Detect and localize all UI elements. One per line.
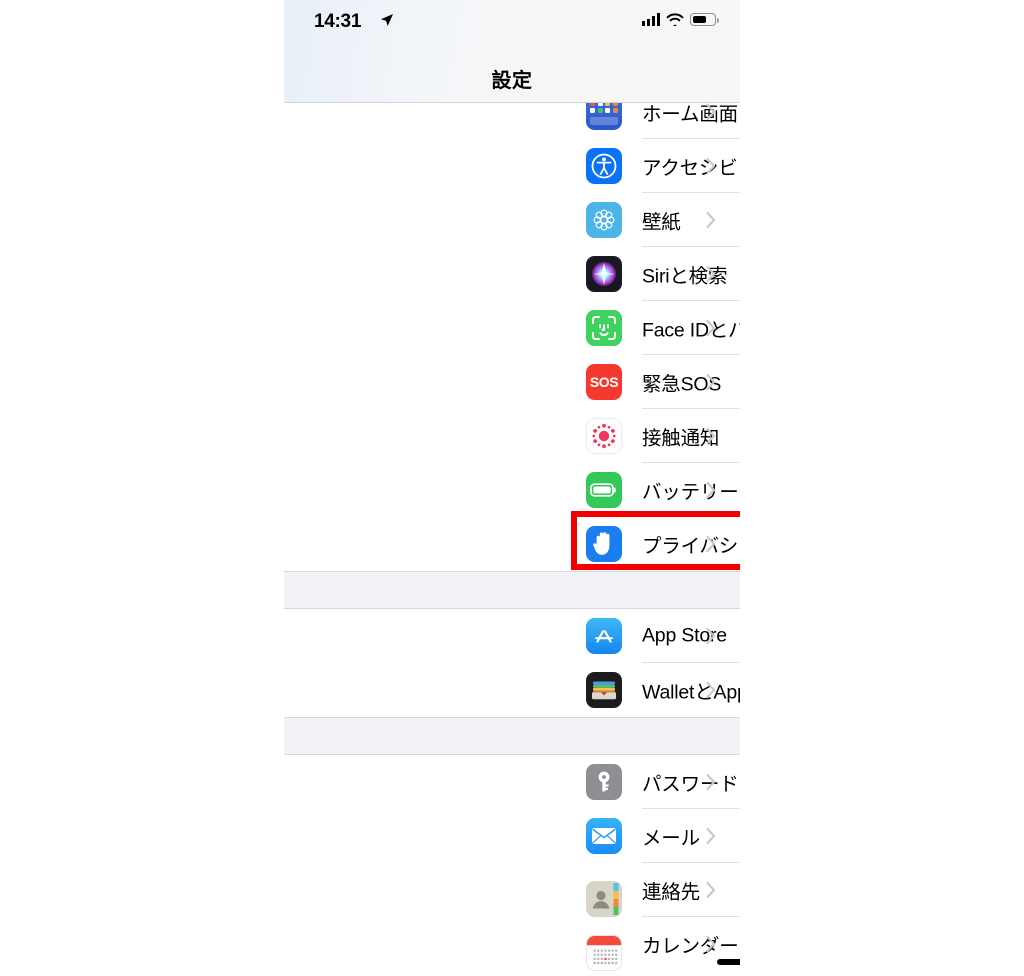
iphone-screen: ホーム画面アクセシビリティ壁紙Siriと検索Face IDとパスコードSOS緊急… [284, 0, 740, 976]
chevron-right-icon [706, 881, 716, 899]
settings-row-接触通知[interactable]: 接触通知 [284, 409, 740, 463]
passwords-key-icon [586, 764, 622, 800]
settings-group: パスワードメール連絡先カレンダー [284, 755, 740, 971]
chevron-right-icon [706, 157, 716, 175]
chevron-right-icon [706, 627, 716, 645]
navigation-bar: 設定 [284, 0, 740, 103]
chevron-right-icon [706, 481, 716, 499]
app-store-icon [586, 618, 622, 654]
emergency-sos-icon: SOS [586, 364, 622, 400]
settings-row-緊急SOS[interactable]: SOS 緊急SOS [284, 355, 740, 409]
siri-icon [586, 256, 622, 292]
settings-row-バッテリー[interactable]: バッテリー [284, 463, 740, 517]
row-label: 壁紙 [642, 211, 681, 234]
chevron-right-icon [706, 103, 716, 121]
settings-row-カレンダー[interactable]: カレンダー [284, 917, 740, 971]
contacts-icon [586, 881, 622, 917]
home-indicator[interactable] [717, 959, 740, 965]
settings-row-メール[interactable]: メール [284, 809, 740, 863]
chevron-right-icon [706, 681, 716, 699]
row-label: アクセシビリティ [642, 157, 740, 180]
chevron-right-icon [706, 265, 716, 283]
settings-row-Face IDとパスコード[interactable]: Face IDとパスコード [284, 301, 740, 355]
row-label: メール [642, 827, 700, 850]
wallpaper-icon [586, 202, 622, 238]
settings-row-WalletとApple Pay[interactable]: WalletとApple Pay [284, 663, 740, 717]
settings-row-アクセシビリティ[interactable]: アクセシビリティ [284, 139, 740, 193]
chevron-right-icon [706, 319, 716, 337]
face-id-icon [586, 310, 622, 346]
settings-row-パスワード[interactable]: パスワード [284, 755, 740, 809]
settings-row-壁紙[interactable]: 壁紙 [284, 193, 740, 247]
settings-group: App Store WalletとApple Pay [284, 609, 740, 717]
settings-row-Siriと検索[interactable]: Siriと検索 [284, 247, 740, 301]
exposure-notifications-icon [586, 418, 622, 454]
group-separator [284, 717, 740, 755]
battery-settings-icon [586, 472, 622, 508]
group-separator [284, 571, 740, 609]
row-label: バッテリー [642, 481, 739, 504]
row-label: カレンダー [642, 935, 739, 958]
chevron-right-icon [706, 773, 716, 791]
annotation-highlight-box [571, 511, 740, 570]
chevron-right-icon [706, 827, 716, 845]
wallet-icon [586, 672, 622, 708]
settings-row-App Store[interactable]: App Store [284, 609, 740, 663]
row-label: 連絡先 [642, 881, 700, 904]
settings-group: ホーム画面アクセシビリティ壁紙Siriと検索Face IDとパスコードSOS緊急… [284, 85, 740, 571]
row-label: WalletとApple Pay [642, 681, 740, 704]
row-label: パスワード [642, 773, 739, 796]
accessibility-icon [586, 148, 622, 184]
chevron-right-icon [706, 211, 716, 229]
row-label: Face IDとパスコード [642, 319, 740, 342]
chevron-right-icon [706, 373, 716, 391]
page-title: 設定 [491, 70, 533, 92]
chevron-right-icon [706, 427, 716, 445]
mail-icon [586, 818, 622, 854]
settings-row-連絡先[interactable]: 連絡先 [284, 863, 740, 917]
chevron-right-icon [706, 935, 716, 953]
calendar-icon [586, 935, 622, 971]
